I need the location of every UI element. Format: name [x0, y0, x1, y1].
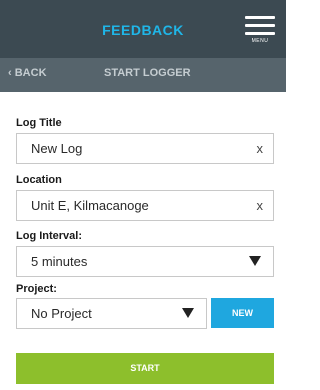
log-interval-label: Log Interval:	[16, 230, 83, 242]
page-title: START LOGGER	[104, 67, 191, 79]
dropdown-arrow-icon	[249, 256, 261, 266]
menu-label: MENU	[251, 38, 269, 44]
clear-location-icon[interactable]: x	[257, 198, 264, 213]
sub-header: ‹ BACK START LOGGER	[0, 58, 286, 92]
menu-button[interactable]: MENU	[244, 12, 276, 46]
hamburger-icon-bar	[245, 32, 275, 35]
hamburger-icon-bar	[245, 24, 275, 27]
new-project-button[interactable]: NEW	[211, 298, 274, 328]
start-button[interactable]: START	[16, 353, 274, 384]
chevron-left-icon: ‹	[8, 67, 12, 79]
project-value: No Project	[31, 306, 92, 321]
location-field[interactable]: Unit E, Kilmacanoge x	[16, 190, 274, 221]
back-label: BACK	[14, 67, 47, 79]
location-label: Location	[16, 174, 62, 186]
dropdown-arrow-icon	[182, 308, 194, 318]
project-label: Project:	[16, 283, 57, 295]
back-button[interactable]: ‹ BACK	[8, 67, 47, 79]
location-value: Unit E, Kilmacanoge	[31, 198, 149, 213]
log-title-label: Log Title	[16, 117, 62, 129]
clear-log-title-icon[interactable]: x	[257, 141, 264, 156]
log-title-value: New Log	[31, 141, 83, 156]
project-select[interactable]: No Project	[16, 298, 207, 329]
hamburger-icon	[245, 16, 275, 19]
log-interval-value: 5 minutes	[31, 254, 88, 269]
log-interval-select[interactable]: 5 minutes	[16, 246, 274, 277]
app-header: FEEDBACK MENU	[0, 0, 286, 58]
log-title-field[interactable]: New Log x	[16, 133, 274, 164]
